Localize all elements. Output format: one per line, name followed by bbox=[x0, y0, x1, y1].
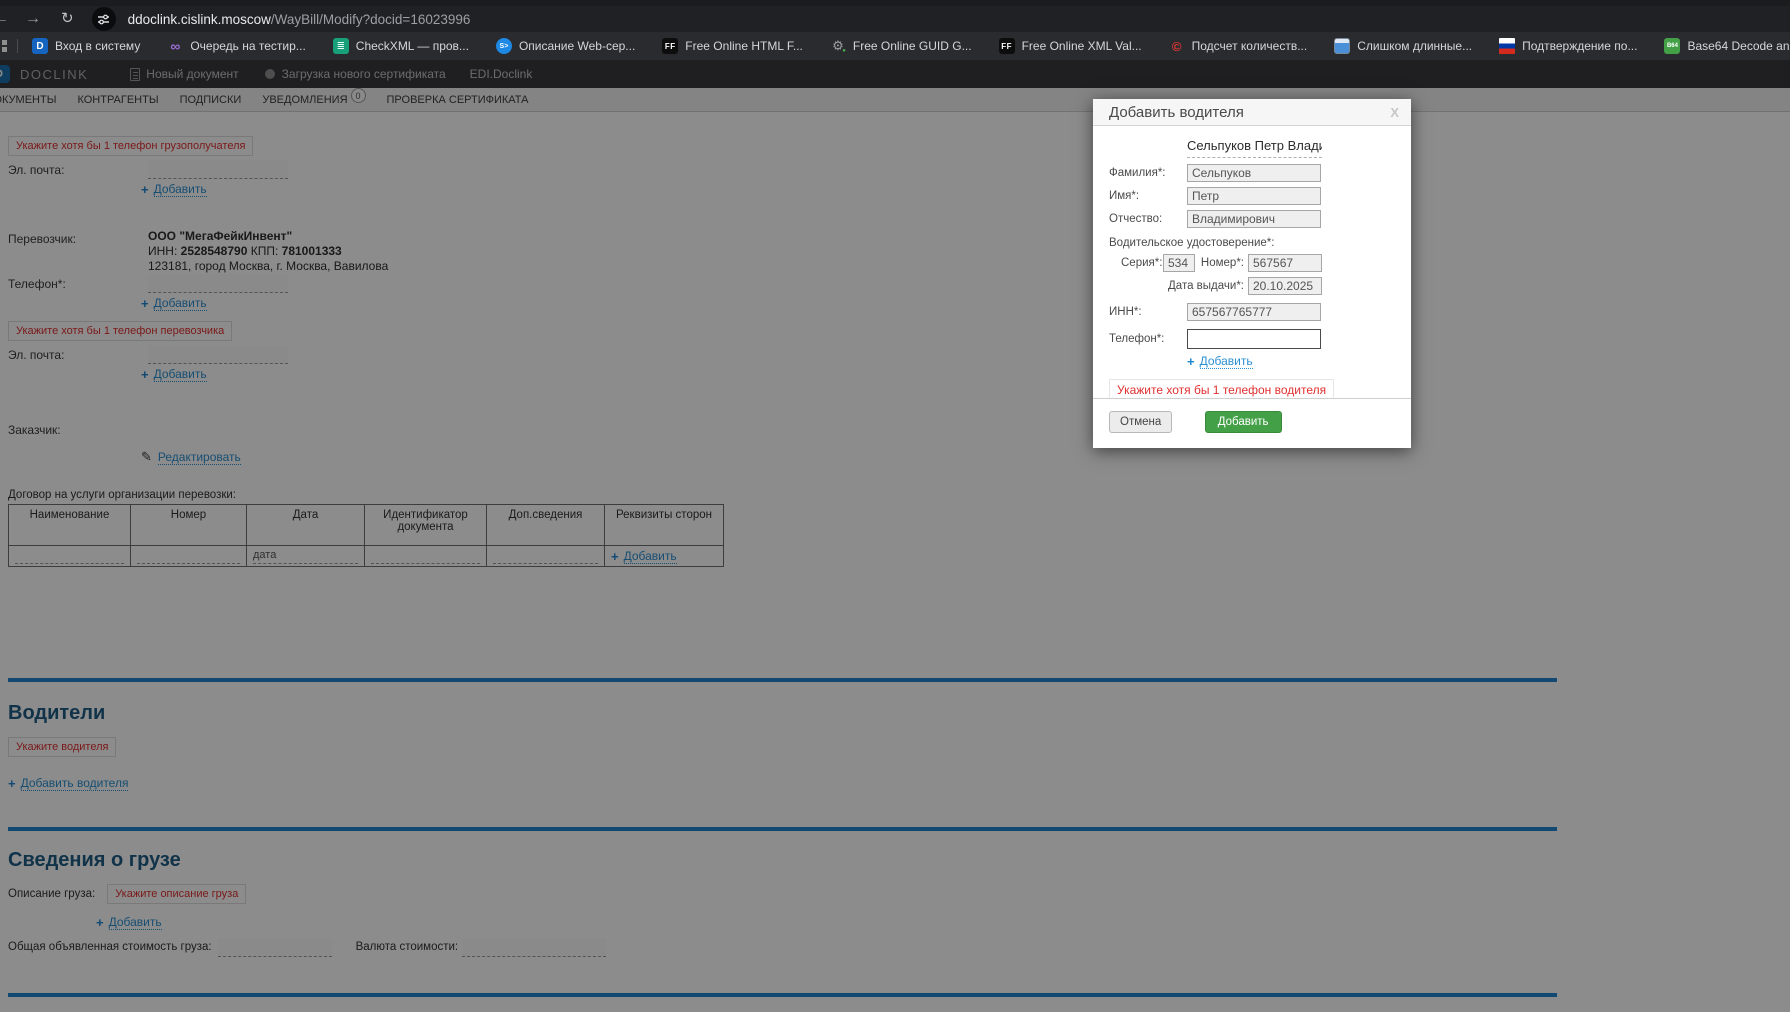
ff-favicon-icon: FF bbox=[662, 38, 679, 54]
bookmark-podtverzhdenie[interactable]: Подтверждение по... bbox=[1499, 38, 1637, 54]
bookmark-label: Подсчет количеств... bbox=[1191, 39, 1308, 53]
bookmark-podschet-kolichestva[interactable]: © Подсчет количеств... bbox=[1169, 38, 1308, 54]
bookmark-opisanie-webservice[interactable]: S> Описание Web-сер... bbox=[495, 38, 636, 54]
patronymic-row: Отчество: bbox=[1109, 210, 1395, 228]
bookmark-ochered-na-testirovanie[interactable]: ∞ Очередь на тестир... bbox=[167, 38, 305, 54]
add-driver-phone-link[interactable]: + Добавить bbox=[1187, 354, 1253, 369]
ff-favicon-icon: FF bbox=[998, 38, 1015, 54]
base64-favicon-icon: B64 bbox=[1664, 38, 1681, 54]
cancel-button[interactable]: Отмена bbox=[1109, 411, 1173, 433]
bookmark-label: Free Online XML Val... bbox=[1021, 39, 1142, 53]
modal-header: Добавить водителя X bbox=[1093, 99, 1411, 126]
series-input[interactable] bbox=[1163, 254, 1195, 272]
add-link-label: Добавить bbox=[1199, 354, 1253, 369]
bookmark-label: Подтверждение по... bbox=[1522, 39, 1638, 53]
url-host: ddoclink.cislink.moscow bbox=[127, 11, 271, 27]
number-label: Номер*: bbox=[1200, 257, 1244, 269]
reload-icon[interactable]: ↻ bbox=[61, 6, 74, 32]
site-settings-icon[interactable] bbox=[91, 7, 116, 31]
russian-flag-favicon-icon bbox=[1499, 38, 1516, 54]
copyright-favicon-icon: © bbox=[1171, 38, 1182, 54]
name-row: Имя*: bbox=[1109, 187, 1395, 205]
bookmark-label: Описание Web-сер... bbox=[518, 39, 636, 53]
name-label: Имя*: bbox=[1109, 190, 1140, 202]
patronymic-label: Отчество: bbox=[1109, 213, 1163, 225]
address-bar[interactable]: ddoclink.cislink.moscow/WayBill/Modify?d… bbox=[128, 12, 471, 27]
inn-row: ИНН*: bbox=[1109, 303, 1395, 321]
issue-date-input[interactable] bbox=[1248, 277, 1322, 295]
bookmark-base64-decode[interactable]: B64 Base64 Decode and... bbox=[1664, 38, 1790, 54]
page-viewport: D DOCLINK Новый документ Загрузка нового… bbox=[0, 60, 1790, 1012]
modal-dim-overlay bbox=[0, 60, 1790, 1012]
forward-icon[interactable]: → bbox=[25, 6, 41, 32]
driver-inn-input[interactable] bbox=[1187, 303, 1321, 321]
bookmark-label: Слишком длинные... bbox=[1357, 39, 1473, 53]
bookmark-checkxml[interactable]: ≣ CheckXML — пров... bbox=[332, 38, 469, 54]
patronymic-input[interactable] bbox=[1187, 210, 1321, 228]
plus-icon: + bbox=[1187, 354, 1195, 369]
modal-title: Добавить водителя bbox=[1109, 103, 1244, 121]
driver-phone-input[interactable] bbox=[1187, 329, 1321, 349]
bookmark-label: Base64 Decode and... bbox=[1687, 39, 1790, 53]
back-icon[interactable]: ← bbox=[0, 6, 9, 32]
webservice-favicon-icon: S> bbox=[495, 38, 512, 54]
modal-footer: Отмена Добавить bbox=[1093, 398, 1411, 448]
driver-full-name-display[interactable]: Сельпуков Петр Владимирович bbox=[1187, 138, 1322, 158]
bookmarks-bar: D Вход в систему ∞ Очередь на тестир... … bbox=[0, 32, 1790, 60]
driver-inn-label: ИНН*: bbox=[1109, 306, 1142, 318]
browser-toolbar: ← → ↻ ddoclink.cislink.moscow/WayBill/Mo… bbox=[0, 6, 1790, 32]
close-icon[interactable]: X bbox=[1390, 105, 1399, 120]
bookmark-free-online-guid[interactable]: ⚙ Free Online GUID G... bbox=[830, 38, 972, 54]
side-panel-icon[interactable] bbox=[0, 40, 7, 52]
series-label: Серия*: bbox=[1121, 257, 1163, 269]
license-series-number-row: Серия*: Номер*: bbox=[1121, 254, 1395, 272]
surname-row: Фамилия*: bbox=[1109, 164, 1395, 182]
modal-body: Сельпуков Петр Владимирович Фамилия*: Им… bbox=[1093, 126, 1411, 401]
bookmark-slishkom-dlinnye[interactable]: Слишком длинные... bbox=[1334, 38, 1472, 54]
bookmark-label: Вход в систему bbox=[55, 39, 141, 53]
driver-phone-label: Телефон*: bbox=[1109, 333, 1165, 345]
gears-favicon-icon: ⚙ bbox=[830, 38, 846, 54]
bookmark-free-online-xml[interactable]: FF Free Online XML Val... bbox=[998, 38, 1142, 54]
tune-icon bbox=[98, 14, 110, 24]
surname-input[interactable] bbox=[1187, 164, 1321, 182]
bookmark-label: Free Online GUID G... bbox=[852, 39, 972, 53]
issue-date-label: Дата выдачи*: bbox=[1168, 280, 1244, 292]
license-label: Водительское удостоверение*: bbox=[1109, 237, 1275, 249]
bookmark-label: CheckXML — пров... bbox=[355, 39, 469, 53]
devops-favicon-icon: ∞ bbox=[170, 38, 181, 54]
bookmarks-separator bbox=[17, 39, 18, 53]
issue-date-row: Дата выдачи*: bbox=[1109, 277, 1395, 295]
bookmark-vhod-v-sistemu[interactable]: D Вход в систему bbox=[32, 38, 140, 54]
surname-label: Фамилия*: bbox=[1109, 167, 1166, 179]
checkxml-favicon-icon: ≣ bbox=[332, 38, 349, 54]
driver-phone-row: Телефон*: bbox=[1109, 329, 1395, 349]
number-input[interactable] bbox=[1248, 254, 1322, 272]
url-path: /WayBill/Modify?docid=16023996 bbox=[270, 11, 471, 27]
submit-add-button[interactable]: Добавить bbox=[1204, 411, 1282, 433]
bookmark-label: Очередь на тестир... bbox=[190, 39, 306, 53]
bookmark-free-online-html[interactable]: FF Free Online HTML F... bbox=[662, 38, 803, 54]
window-favicon-icon bbox=[1334, 38, 1351, 54]
name-input[interactable] bbox=[1187, 187, 1321, 205]
add-driver-modal: Добавить водителя X Сельпуков Петр Влади… bbox=[1093, 99, 1411, 448]
bookmark-label: Free Online HTML F... bbox=[685, 39, 803, 53]
doclink-favicon-icon: D bbox=[32, 38, 48, 54]
